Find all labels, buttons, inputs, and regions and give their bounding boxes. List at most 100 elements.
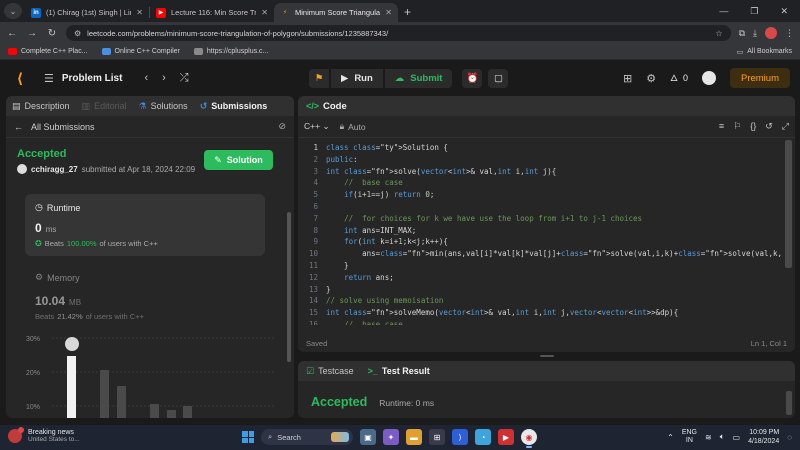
runtime-card[interactable]: ◷ Runtime 0 ms ✪ Beats 100.00% of users … <box>25 194 265 256</box>
post-solution-button[interactable]: ✎ Solution <box>204 150 273 170</box>
bookmark-star-icon[interactable]: ☆ <box>715 29 722 38</box>
chevron-right-icon[interactable]: › <box>162 72 166 84</box>
share-link-icon[interactable]: ⊘ <box>278 121 286 132</box>
file-explorer-icon[interactable]: ▬ <box>406 429 422 445</box>
chevron-up-icon[interactable]: ⌃ <box>667 433 674 442</box>
volume-icon[interactable]: 🔈︎ <box>720 432 725 442</box>
code-line[interactable]: 6 <box>298 201 782 213</box>
bookmark-item[interactable]: Online C++ Compiler <box>101 48 180 55</box>
close-icon[interactable]: ✕ <box>385 8 392 17</box>
user-avatar[interactable] <box>701 71 716 85</box>
language-select[interactable]: C++ ⌄ <box>304 121 330 132</box>
chart-bar[interactable] <box>100 370 109 418</box>
new-tab-icon[interactable]: + <box>404 5 411 19</box>
url-input[interactable]: ⚙ leetcode.com/problems/minimum-score-tr… <box>66 25 731 41</box>
vscode-icon[interactable]: ⟩ <box>452 429 468 445</box>
auto-mode-toggle[interactable]: 🔒︎ Auto <box>340 121 366 132</box>
browser-tab-leetcode[interactable]: ⚡ Minimum Score Triangulation ✕ <box>274 3 398 22</box>
panel-splitter[interactable] <box>540 355 554 357</box>
store-icon[interactable]: ⊞ <box>429 429 445 445</box>
code-editor[interactable]: 1 class class="ty">Solution {2 public: 3 int… <box>298 142 782 325</box>
close-window-icon[interactable]: ✕ <box>780 6 788 17</box>
chart-bar[interactable] <box>167 410 176 418</box>
forward-icon[interactable]: → <box>26 28 38 39</box>
notes-button[interactable]: ▢ <box>488 69 509 88</box>
tab-testcase[interactable]: ☑ Testcase <box>306 366 354 377</box>
code-line[interactable]: 4 // base case <box>298 177 782 189</box>
code-line[interactable]: 9 for(int k=i+1;k<j;k++){ <box>298 236 782 248</box>
reload-icon[interactable]: ↻ <box>46 28 58 39</box>
debug-button[interactable]: ⚑ <box>309 69 329 88</box>
windows-start-icon[interactable] <box>242 431 254 443</box>
code-line[interactable]: 8 int ans=INT_MAX; <box>298 225 782 237</box>
battery-icon[interactable]: ▭ <box>733 433 741 442</box>
site-info-icon[interactable]: ⚙ <box>74 29 81 38</box>
extensions-icon[interactable]: ⧉ <box>739 28 745 39</box>
settings-gear-icon[interactable]: ⚙ <box>646 72 656 85</box>
code-line[interactable]: 15 int class="fn">solveMemo(vector<int>& … <box>298 307 782 319</box>
code-line[interactable]: 3 int class="fn">solve(vector<int>& val,i… <box>298 166 782 178</box>
tab-editorial[interactable]: ▥ Editorial <box>82 101 127 112</box>
code-line[interactable]: 12 return ans; <box>298 272 782 284</box>
teams-icon[interactable]: ✦ <box>383 429 399 445</box>
edge-icon[interactable]: ◔ <box>475 429 491 445</box>
leetcode-logo-icon[interactable]: ⟨ <box>12 70 28 86</box>
code-line[interactable]: 7 // for choices for k we have use the l… <box>298 213 782 225</box>
code-line[interactable]: 13} <box>298 284 782 296</box>
code-line[interactable]: 1 class class="ty">Solution { <box>298 142 782 154</box>
tab-test-result[interactable]: >_ Test Result <box>368 366 430 376</box>
format-icon[interactable]: ≡ <box>719 121 724 132</box>
code-line[interactable]: 5 if(i+1==j) return 0; <box>298 189 782 201</box>
username-link[interactable]: cchiragg_27 <box>31 165 78 174</box>
tab-solutions[interactable]: ⚗ Solutions <box>139 101 188 112</box>
bookmark-icon[interactable]: ⚐ <box>733 121 741 132</box>
bookmark-item[interactable]: https://cplusplus.c... <box>193 48 268 55</box>
run-button[interactable]: ▶ Run <box>331 69 383 88</box>
memory-card[interactable]: ⚙ Memory 10.04 MB Beats 21.42% of users … <box>35 272 265 321</box>
chevron-left-icon[interactable]: ‹ <box>144 72 148 84</box>
runtime-distribution-chart[interactable]: 30% 20% 10% <box>26 328 276 418</box>
code-line[interactable]: 14 // solve using memoisation <box>298 295 782 307</box>
shuffle-icon[interactable]: ⤮ <box>180 72 189 85</box>
premium-button[interactable]: Premium <box>729 68 790 88</box>
profile-avatar-icon[interactable] <box>765 27 777 39</box>
code-line[interactable]: 2 public: <box>298 154 782 166</box>
tab-search-icon[interactable]: ⌄ <box>4 3 22 19</box>
streak-counter[interactable]: 🜂 0 <box>670 69 688 87</box>
braces-icon[interactable]: {} <box>750 121 756 132</box>
minimize-icon[interactable]: — <box>719 6 728 17</box>
close-icon[interactable]: ✕ <box>261 8 268 17</box>
chart-bar[interactable] <box>117 386 126 418</box>
tab-description[interactable]: ▤ Description <box>12 101 70 112</box>
back-icon[interactable]: ← <box>6 28 18 39</box>
arrow-left-icon[interactable]: ← <box>14 122 23 132</box>
browser-tab-youtube[interactable]: ▶ Lecture 116: Min Score Triangula ✕ <box>150 3 274 22</box>
bookmark-item[interactable]: Complete C++ Plac... <box>8 48 88 55</box>
editor-scrollbar[interactable] <box>785 140 792 268</box>
code-line[interactable]: 11 } <box>298 260 782 272</box>
clock[interactable]: 10:09 PM 4/18/2024 <box>748 428 779 446</box>
notification-icon[interactable]: ◌ <box>787 433 792 442</box>
chart-bar-selected[interactable] <box>67 356 76 418</box>
list-icon[interactable]: ☰ <box>44 72 54 85</box>
chart-bar[interactable] <box>150 404 159 418</box>
chrome-icon[interactable]: ◉ <box>521 429 537 448</box>
browser-tab-linkedin[interactable]: in (1) Chirag (1st) Singh | LinkedIn ✕ <box>25 3 149 22</box>
maximize-icon[interactable]: ❐ <box>750 6 758 17</box>
reset-icon[interactable]: ↺ <box>765 121 773 132</box>
language-indicator[interactable]: ENG IN <box>682 429 697 445</box>
news-widget[interactable]: Breaking news United States to... <box>8 427 80 443</box>
all-bookmarks-button[interactable]: ▭ All Bookmarks <box>737 48 792 56</box>
timer-button[interactable]: ⏰ <box>462 69 483 88</box>
problem-list-link[interactable]: Problem List <box>62 73 123 84</box>
tab-submissions[interactable]: ↺ Submissions <box>200 101 268 112</box>
chart-bar[interactable] <box>183 406 192 418</box>
code-line[interactable]: 16 // base case <box>298 319 782 325</box>
youtube-app-icon[interactable]: ▶ <box>498 429 514 445</box>
browser-menu-icon[interactable]: ⋮ <box>785 28 794 39</box>
fullscreen-icon[interactable]: ⤢ <box>782 121 789 132</box>
taskbar-search[interactable]: ⌕ Search <box>261 429 353 445</box>
downloads-icon[interactable]: ⤓ <box>753 28 757 39</box>
wifi-icon[interactable]: ≋ <box>705 433 712 442</box>
left-scrollbar[interactable] <box>287 212 291 362</box>
